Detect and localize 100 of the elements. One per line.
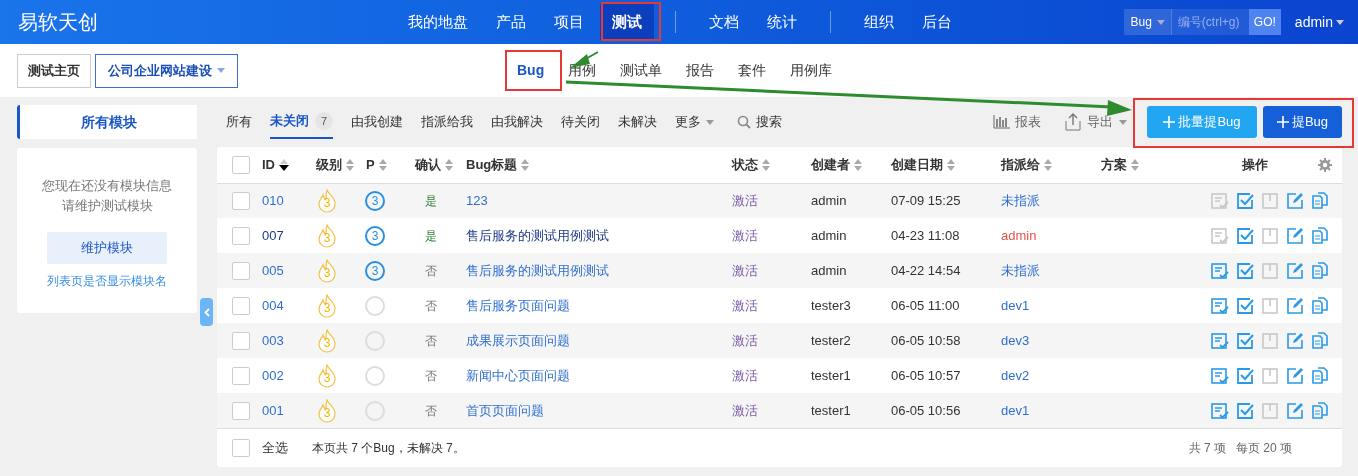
close-bug-icon[interactable] — [1261, 366, 1279, 385]
confirm-icon[interactable] — [1211, 331, 1229, 350]
edit-icon[interactable] — [1286, 296, 1304, 315]
bug-id-link[interactable]: 003 — [257, 332, 284, 348]
sort-icon[interactable] — [378, 158, 387, 171]
close-bug-icon[interactable] — [1261, 296, 1279, 315]
filter-tab[interactable]: 未解决 — [618, 105, 657, 139]
sort-icon[interactable] — [947, 158, 955, 171]
filter-tab[interactable]: 指派给我 — [421, 105, 473, 139]
bug-title-link[interactable]: 成果展示页面问题 — [460, 332, 570, 348]
assignee-link[interactable]: 未指派 — [995, 262, 1040, 278]
edit-icon[interactable] — [1286, 331, 1304, 350]
checkbox[interactable] — [232, 226, 250, 245]
nav-item[interactable]: 项目 — [542, 4, 596, 40]
column-header[interactable]: 操作 — [1195, 155, 1342, 175]
confirm-icon[interactable] — [1211, 226, 1229, 245]
assignee-link[interactable]: dev3 — [995, 332, 1030, 348]
nav-item[interactable]: 组织 — [852, 4, 906, 40]
column-header[interactable]: P — [360, 155, 387, 175]
tab[interactable]: 报告 — [674, 52, 727, 89]
go-button[interactable]: GO! — [1248, 9, 1281, 35]
bug-id-link[interactable]: 002 — [257, 367, 284, 383]
sort-icon[interactable] — [762, 158, 770, 171]
edit-icon[interactable] — [1286, 226, 1304, 245]
checkbox[interactable] — [232, 331, 250, 350]
bug-title-link[interactable]: 售后服务的测试用例测试 — [460, 262, 609, 278]
confirm-icon[interactable] — [1211, 296, 1229, 315]
nav-item[interactable]: 统计 — [755, 4, 809, 40]
copy-icon[interactable] — [1311, 366, 1329, 385]
bug-id-link[interactable]: 001 — [257, 402, 284, 418]
search-type-dropdown[interactable]: Bug — [1124, 9, 1171, 35]
column-header[interactable]: 级别 — [310, 155, 354, 175]
page-size-text[interactable]: 每页 20 项 — [1236, 439, 1292, 457]
column-header[interactable]: ID — [257, 155, 289, 175]
column-header[interactable]: Bug标题 — [460, 155, 530, 175]
select-all-label[interactable]: 全选 — [262, 438, 288, 458]
column-header[interactable]: 方案 — [1095, 155, 1139, 175]
bug-id-link[interactable]: 005 — [257, 262, 284, 278]
confirm-icon[interactable] — [1211, 401, 1229, 420]
report-link[interactable]: 报表 — [993, 112, 1041, 132]
copy-icon[interactable] — [1311, 191, 1329, 210]
assignee-link[interactable]: dev2 — [995, 367, 1030, 383]
breadcrumb-item[interactable]: 公司企业网站建设 — [95, 53, 238, 88]
assignee-link[interactable]: dev1 — [995, 297, 1030, 313]
edit-icon[interactable] — [1286, 401, 1304, 420]
export-link[interactable]: 导出 — [1065, 112, 1127, 132]
checkbox-tick-icon[interactable] — [1236, 261, 1254, 280]
column-header[interactable]: 创建日期 — [885, 155, 955, 175]
checkbox-tick-icon[interactable] — [1236, 226, 1254, 245]
new-bug-button[interactable]: 提Bug — [1263, 106, 1342, 138]
checkbox-tick-icon[interactable] — [1236, 296, 1254, 315]
column-header[interactable]: 状态 — [726, 155, 770, 175]
filter-tab[interactable]: 更多 — [675, 105, 714, 139]
checkbox[interactable] — [232, 191, 250, 210]
copy-icon[interactable] — [1311, 261, 1329, 280]
edit-icon[interactable] — [1286, 261, 1304, 280]
module-tab[interactable]: 所有模块 — [17, 105, 197, 139]
sort-icon[interactable] — [346, 158, 354, 171]
assignee-link[interactable]: admin — [995, 227, 1037, 243]
bug-id-link[interactable]: 010 — [257, 193, 284, 208]
close-bug-icon[interactable] — [1261, 191, 1279, 210]
checkbox-tick-icon[interactable] — [1236, 331, 1254, 350]
checkbox[interactable] — [232, 296, 250, 315]
bug-title-link[interactable]: 售后服务页面问题 — [460, 297, 570, 313]
close-bug-icon[interactable] — [1261, 401, 1279, 420]
breadcrumb-item[interactable]: 测试主页 — [17, 53, 91, 88]
sort-icon[interactable] — [1131, 158, 1139, 171]
checkbox[interactable] — [232, 155, 250, 174]
confirm-icon[interactable] — [1211, 261, 1229, 280]
checkbox[interactable] — [232, 366, 250, 385]
nav-item[interactable]: 产品 — [484, 4, 538, 40]
column-header[interactable]: 确认 — [405, 155, 453, 175]
sort-descending-icon[interactable] — [279, 158, 289, 171]
filter-tab[interactable]: 待关闭 — [561, 105, 600, 139]
filter-tab[interactable]: 所有 — [226, 105, 252, 139]
settings-icon[interactable] — [1318, 157, 1332, 172]
nav-item[interactable]: 后台 — [910, 4, 964, 40]
checkbox-tick-icon[interactable] — [1236, 191, 1254, 210]
filter-tab[interactable]: 未关闭 7 — [270, 105, 333, 139]
sort-icon[interactable] — [854, 158, 862, 171]
tab[interactable]: Bug — [505, 52, 557, 89]
copy-icon[interactable] — [1311, 331, 1329, 350]
close-bug-icon[interactable] — [1261, 261, 1279, 280]
tab[interactable]: 套件 — [726, 52, 779, 89]
checkbox[interactable] — [232, 261, 250, 280]
assignee-link[interactable]: 未指派 — [995, 193, 1040, 208]
confirm-icon[interactable] — [1211, 366, 1229, 385]
tab[interactable]: 用例库 — [778, 52, 845, 89]
close-bug-icon[interactable] — [1261, 331, 1279, 350]
nav-item[interactable]: 文档 — [697, 4, 751, 40]
search-link[interactable]: 搜索 — [737, 112, 782, 132]
edit-icon[interactable] — [1286, 366, 1304, 385]
checkbox-tick-icon[interactable] — [1236, 366, 1254, 385]
module-name-link[interactable]: 列表页是否显示模块名 — [47, 272, 167, 290]
sort-icon[interactable] — [445, 158, 453, 171]
copy-icon[interactable] — [1311, 401, 1329, 420]
bug-id-link[interactable]: 007 — [257, 227, 284, 243]
maintain-module-button[interactable]: 维护模块 — [47, 232, 167, 264]
edit-icon[interactable] — [1286, 191, 1304, 210]
checkbox[interactable] — [232, 401, 250, 420]
